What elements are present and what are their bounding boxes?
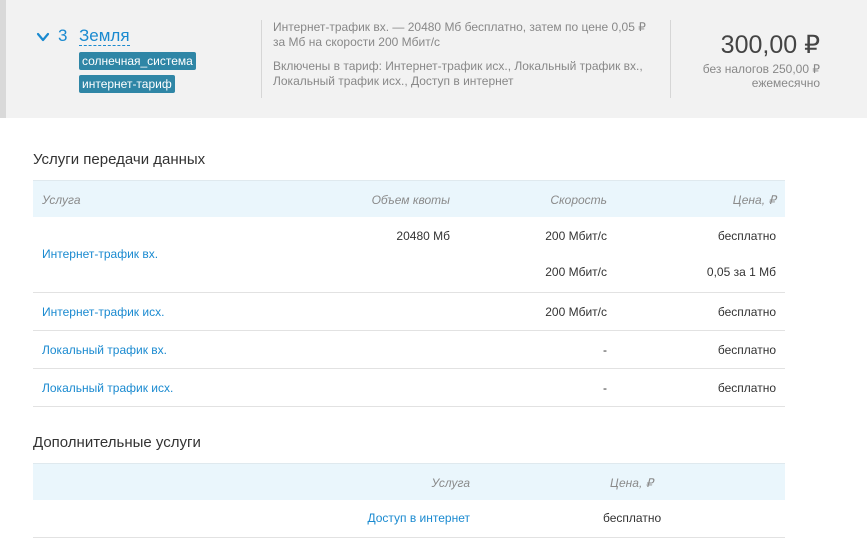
table-row: Доступ в интернет бесплатно	[33, 500, 785, 538]
chevron-down-icon[interactable]	[36, 30, 50, 44]
divider	[670, 20, 671, 98]
tariff-description-traffic: Интернет-трафик вх. — 20480 Мб бесплатно…	[273, 20, 646, 49]
column-header-speed: Скорость	[550, 193, 607, 207]
speed-cell: 200 Мбит/с	[545, 305, 607, 319]
service-link[interactable]: Локальный трафик вх.	[42, 343, 167, 357]
price-cell: 0,05 за 1 Мб	[706, 265, 776, 279]
price-cell: бесплатно	[717, 343, 776, 357]
speed-cell: -	[603, 381, 607, 395]
billing-period: ежемесячно	[751, 76, 820, 90]
tag-badge: солнечная_система	[79, 52, 196, 70]
table-row: Интернет-трафик исх. 200 Мбит/с бесплатн…	[33, 293, 785, 331]
price-cell: бесплатно	[603, 511, 662, 525]
service-link[interactable]: Локальный трафик исх.	[42, 381, 173, 395]
speed-cell: 200 Мбит/с	[545, 265, 607, 279]
speed-cell: 200 Мбит/с	[545, 229, 607, 243]
price-cell: бесплатно	[717, 229, 776, 243]
tariff-description: Интернет-трафик вх. — 20480 Мб бесплатно…	[273, 20, 658, 89]
service-link[interactable]: Интернет-трафик исх.	[42, 305, 164, 319]
column-header-service: Услуга	[431, 476, 471, 490]
table-row: Локальный трафик исх. - бесплатно	[33, 369, 785, 407]
column-header-service: Услуга	[42, 193, 81, 207]
tariff-price: 300,00 ₽	[720, 31, 820, 59]
table-header: Услуга Объем квоты Скорость Цена, ₽	[33, 180, 785, 217]
data-services-table: Услуга Объем квоты Скорость Цена, ₽ Инте…	[33, 180, 785, 407]
divider	[261, 20, 262, 98]
tariff-description-included: Включены в тариф: Интернет-трафик исх., …	[273, 59, 643, 88]
speed-cell: -	[603, 343, 607, 357]
price-without-tax: без налогов 250,00 ₽	[702, 62, 820, 76]
section-title-data-services: Услуги передачи данных	[33, 151, 206, 168]
service-link[interactable]: Доступ в интернет	[367, 511, 470, 525]
price-cell: бесплатно	[717, 305, 776, 319]
service-link[interactable]: Интернет-трафик вх.	[42, 247, 158, 261]
tariff-price-details: без налогов 250,00 ₽ ежемесячно	[703, 62, 820, 90]
column-header-price: Цена, ₽	[732, 193, 776, 207]
table-row: Локальный трафик вх. - бесплатно	[33, 331, 785, 369]
section-title-extra-services: Дополнительные услуги	[33, 434, 201, 451]
table-header: Услуга Цена, ₽	[33, 463, 785, 500]
tariff-name-link[interactable]: Земля	[79, 26, 130, 46]
quota-cell: 20480 Мб	[396, 229, 450, 243]
tag-badge: интернет-тариф	[79, 75, 175, 93]
price-cell: бесплатно	[717, 381, 776, 395]
column-header-quota: Объем квоты	[371, 193, 450, 207]
table-row: Интернет-трафик вх. 20480 Мб 200 Мбит/с …	[33, 217, 785, 293]
extra-services-table: Услуга Цена, ₽ Доступ в интернет бесплат…	[33, 463, 785, 538]
tariff-header: 3 Земля солнечная_система интернет-тариф…	[0, 0, 867, 118]
column-header-price: Цена, ₽	[610, 476, 654, 490]
tariff-number: 3	[58, 26, 68, 45]
